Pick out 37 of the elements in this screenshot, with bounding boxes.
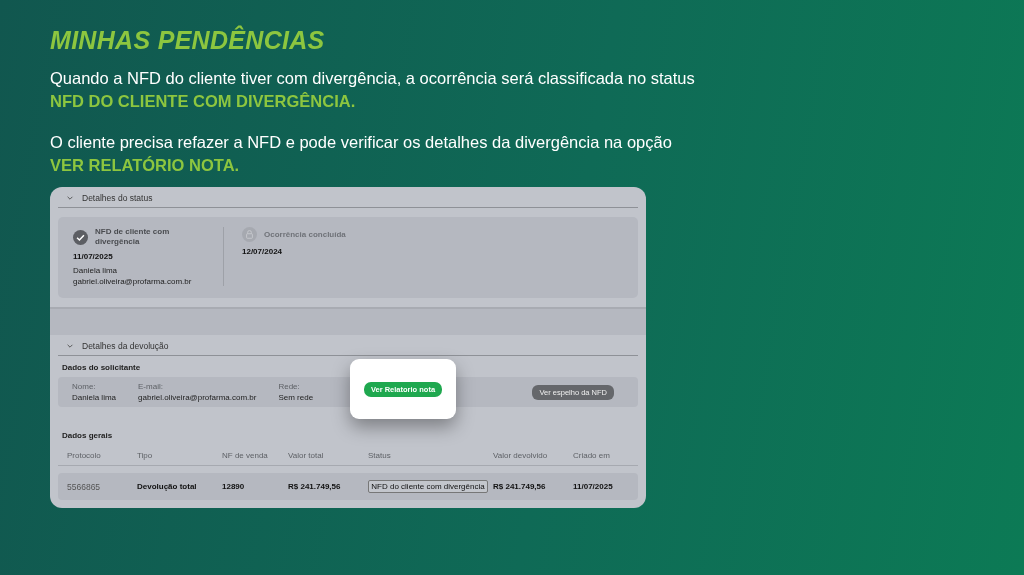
- column-header: Valor total: [288, 450, 325, 460]
- section-title: Detalhes da devolução: [82, 341, 169, 351]
- column-header: Protocolo: [67, 450, 102, 460]
- step-label: NFD de cliente com divergência: [95, 227, 171, 247]
- person-email: gabriel.oliveira@profarma.com.br: [73, 277, 193, 286]
- paragraph: Quando a NFD do cliente tiver com divergência, a ocorrência será classificada no status: [50, 68, 696, 89]
- column-header: NF de venda: [222, 450, 269, 460]
- table-cell-text: R$ 241.749,56: [288, 482, 342, 491]
- highlight-text: NFD DO CLIENTE COM DIVERGÊNCIA.: [50, 91, 356, 112]
- slide-title: MINHAS PENDÊNCIAS: [50, 26, 326, 55]
- column-header: Tipo: [137, 450, 154, 460]
- field-label: Nome:: [72, 382, 97, 391]
- table-cell-text: Devolução total: [137, 482, 198, 491]
- status-tag: NFD do cliente com divergência: [368, 480, 488, 493]
- paragraph: O cliente precisa refazer a NFD e pode verificar os detalhes da divergência na opção: [50, 132, 673, 153]
- chevron-icon[interactable]: [66, 194, 74, 202]
- step-date: 12/07/2024: [242, 247, 284, 256]
- person-name: Daniela lima: [73, 266, 119, 275]
- table-cell-text: 11/07/2025: [573, 482, 614, 491]
- column-header: Criado em: [573, 450, 611, 460]
- table-cell-text: 5566865: [67, 481, 102, 492]
- section-title: Detalhes do status: [82, 193, 153, 203]
- field-value: Daniela lima: [72, 393, 117, 402]
- table-cell-text: R$ 241.749,56: [493, 482, 547, 491]
- field-label: Rede:: [278, 382, 301, 391]
- field-value: Sem rede: [278, 393, 314, 402]
- chevron-icon[interactable]: [66, 342, 74, 350]
- table-cell-text: 12890: [222, 482, 246, 491]
- column-header: Status: [368, 450, 392, 460]
- field-label: E-mail:: [138, 382, 164, 391]
- field-value: gabriel.oliveira@profarma.com.br: [138, 393, 257, 402]
- highlight-text: VER RELATÓRIO NOTA.: [50, 155, 240, 176]
- step-date: 11/07/2025: [73, 252, 114, 261]
- step-label: Ocorrência concluída: [264, 229, 347, 240]
- column-header: Valor devolvido: [493, 450, 549, 460]
- subsection-title: Dados do solicitante: [61, 362, 141, 374]
- subsection-title: Dados gerais: [61, 430, 113, 442]
